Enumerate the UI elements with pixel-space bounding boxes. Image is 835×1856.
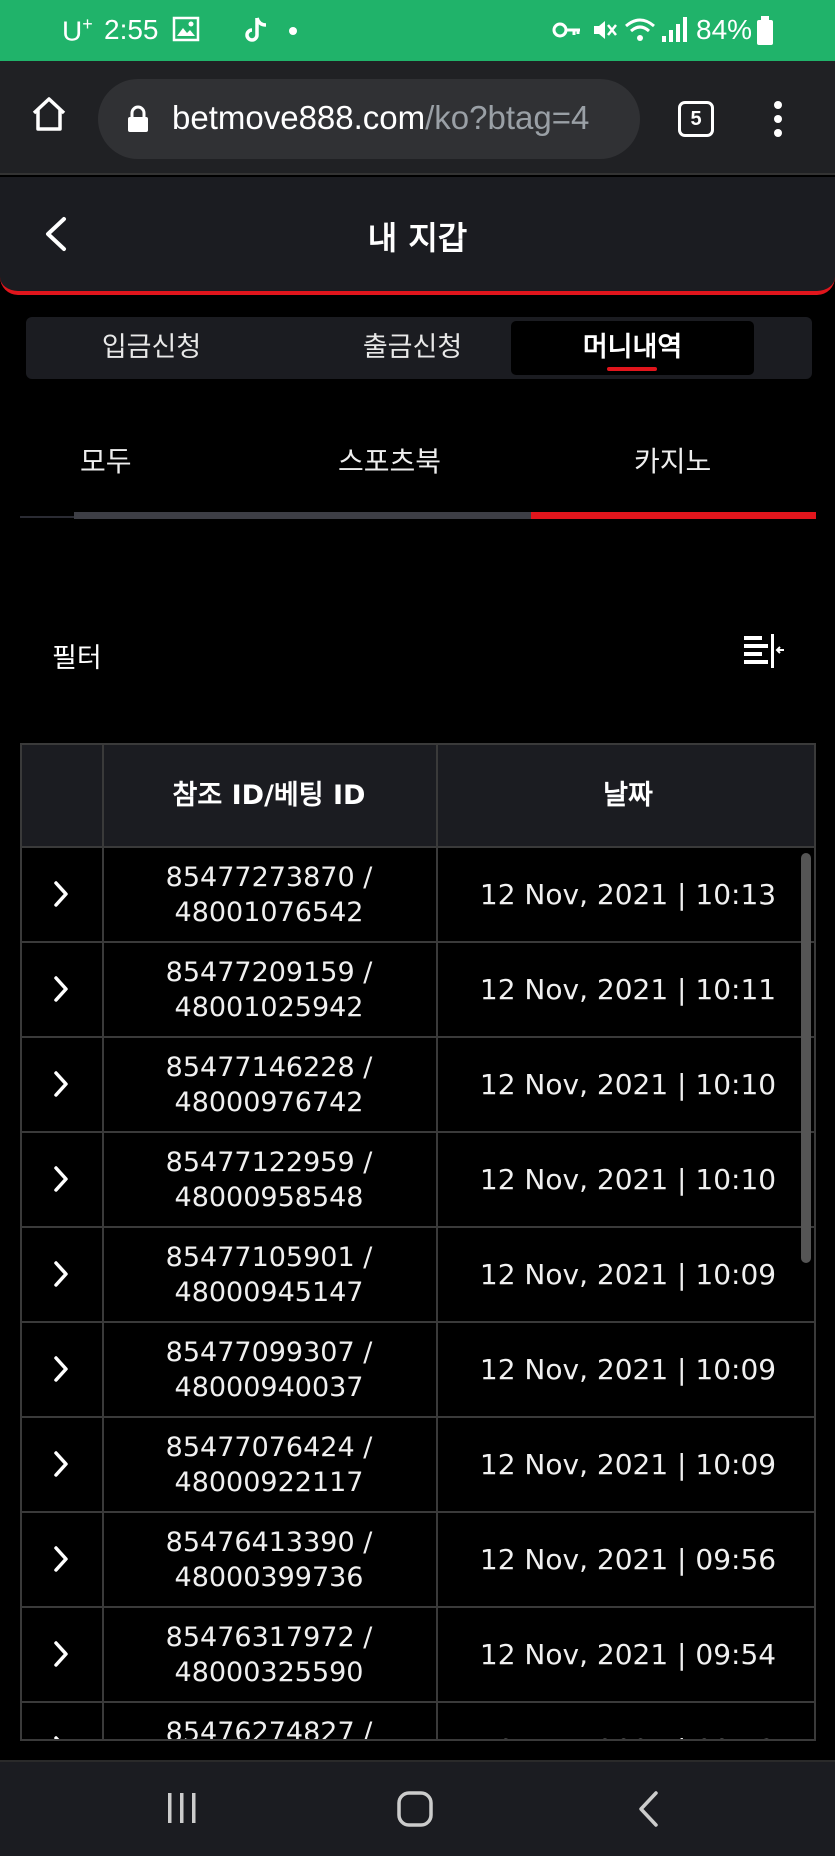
- reference-bet-id: 85477273870 /48001076542: [165, 862, 373, 928]
- reference-bet-id: 85477146228 /48000976742: [165, 1052, 373, 1118]
- image-notification-icon: [172, 16, 200, 42]
- transaction-date: 12 Nov, 2021 | 10:09: [479, 1258, 777, 1291]
- vpn-key-icon: [552, 22, 580, 38]
- home-icon[interactable]: [30, 95, 68, 133]
- table-row[interactable]: 85477146228 /48000976742 12 Nov, 2021 | …: [22, 1038, 814, 1133]
- table-row[interactable]: 85476317972 /48000325590 12 Nov, 2021 | …: [22, 1608, 814, 1703]
- tab-track: [74, 512, 531, 519]
- filter-collapse-icon[interactable]: [742, 632, 786, 672]
- table-header: 참조 ID/베팅 ID 날짜: [22, 745, 814, 848]
- status-time: 2:55: [104, 14, 159, 45]
- home-nav-icon[interactable]: [396, 1790, 434, 1828]
- reference-bet-id: 85477099307 /48000940037: [165, 1337, 373, 1403]
- column-header-date: 날짜: [603, 780, 653, 811]
- category-tabs: 모두 스포츠북 카지노: [20, 420, 816, 520]
- table-row[interactable]: 85477273870 /48001076542 12 Nov, 2021 | …: [22, 848, 814, 943]
- transaction-date: 12 Nov, 2021 | 09:56: [479, 1543, 777, 1576]
- table-row[interactable]: 85476274827 / 12 Nov, 2021 | 09:53: [22, 1703, 814, 1741]
- table-row[interactable]: 85477076424 /48000922117 12 Nov, 2021 | …: [22, 1418, 814, 1513]
- reference-bet-id: 85477122959 /48000958548: [165, 1147, 373, 1213]
- transaction-date: 12 Nov, 2021 | 09:54: [479, 1638, 777, 1671]
- chevron-right-icon[interactable]: [52, 975, 70, 1003]
- chevron-right-icon[interactable]: [52, 1260, 70, 1288]
- tab-all[interactable]: 모두: [80, 440, 132, 480]
- chevron-right-icon[interactable]: [52, 1070, 70, 1098]
- more-vert-icon[interactable]: [772, 99, 784, 139]
- system-navigation-bar: [0, 1760, 835, 1856]
- tab-withdraw-request[interactable]: 출금신청: [291, 321, 534, 375]
- chevron-right-icon[interactable]: [52, 1640, 70, 1668]
- reference-bet-id: 85477209159 /48001025942: [165, 957, 373, 1023]
- transaction-date: 12 Nov, 2021 | 10:10: [479, 1068, 777, 1101]
- tab-money-history[interactable]: 머니내역: [511, 321, 754, 375]
- page-title: 내 지갑: [367, 219, 468, 257]
- chevron-right-icon[interactable]: [52, 1450, 70, 1478]
- filter-label: 필터: [52, 643, 102, 674]
- tab-sportsbook[interactable]: 스포츠북: [338, 440, 441, 480]
- reference-bet-id: 85477105901 /48000945147: [165, 1242, 373, 1308]
- reference-bet-id: 85476317972 /48000325590: [165, 1622, 373, 1688]
- more-notifications-dot-icon: [289, 27, 297, 35]
- chevron-right-icon[interactable]: [52, 1165, 70, 1193]
- table-row[interactable]: 85477099307 /48000940037 12 Nov, 2021 | …: [22, 1323, 814, 1418]
- chevron-right-icon[interactable]: [52, 1545, 70, 1573]
- reference-bet-id: 85476413390 /48000399736: [165, 1527, 373, 1593]
- url-text: betmove888.com/ko?btag=4: [172, 99, 590, 136]
- wifi-icon: [625, 18, 655, 41]
- table-row[interactable]: 85477122959 /48000958548 12 Nov, 2021 | …: [22, 1133, 814, 1228]
- active-tab-indicator: [607, 367, 657, 371]
- lock-icon: [128, 105, 148, 132]
- active-category-indicator: [531, 512, 816, 519]
- mute-icon: [594, 21, 617, 39]
- table-row[interactable]: 85477209159 /48001025942 12 Nov, 2021 | …: [22, 943, 814, 1038]
- reference-bet-id: 85476274827 /: [165, 1717, 373, 1741]
- status-bar: U+ 2:55 84%: [0, 0, 835, 61]
- tiktok-icon: [245, 17, 267, 42]
- battery-percentage: 84%: [696, 14, 753, 45]
- app-header: 내 지갑: [0, 177, 835, 295]
- tab-money-history-label: 머니내역: [582, 332, 683, 363]
- carrier-label: U+: [62, 14, 93, 47]
- table-body: 85477273870 /48001076542 12 Nov, 2021 | …: [22, 848, 814, 1741]
- back-nav-icon[interactable]: [636, 1790, 662, 1828]
- transaction-date: 12 Nov, 2021 | 10:11: [479, 973, 777, 1006]
- recent-apps-icon[interactable]: [164, 1790, 200, 1826]
- table-row[interactable]: 85476413390 /48000399736 12 Nov, 2021 | …: [22, 1513, 814, 1608]
- chevron-right-icon[interactable]: [52, 880, 70, 908]
- reference-bet-id: 85477076424 /48000922117: [165, 1432, 373, 1498]
- table-scrollbar[interactable]: [801, 853, 811, 1263]
- transaction-date: 12 Nov, 2021 | 10:10: [479, 1163, 777, 1196]
- transaction-date: 12 Nov, 2021 | 09:53: [438, 1703, 814, 1739]
- browser-toolbar: betmove888.com/ko?btag=4 5: [0, 61, 835, 175]
- tab-casino[interactable]: 카지노: [634, 440, 711, 480]
- tab-deposit-request[interactable]: 입금신청: [30, 321, 273, 375]
- tab-track-left: [20, 516, 74, 518]
- tab-switcher-button[interactable]: 5: [678, 101, 714, 137]
- chevron-right-icon[interactable]: [52, 1355, 70, 1383]
- transaction-date: 12 Nov, 2021 | 10:13: [479, 878, 777, 911]
- table-row[interactable]: 85477105901 /48000945147 12 Nov, 2021 | …: [22, 1228, 814, 1323]
- transaction-table: 참조 ID/베팅 ID 날짜 85477273870 /48001076542 …: [20, 743, 816, 1741]
- column-header-reference-id: 참조 ID/베팅 ID: [172, 780, 366, 811]
- transaction-date: 12 Nov, 2021 | 10:09: [479, 1448, 777, 1481]
- address-bar[interactable]: betmove888.com/ko?btag=4: [98, 79, 640, 159]
- battery-icon: [757, 16, 773, 45]
- signal-icon: [662, 17, 687, 42]
- transaction-date: 12 Nov, 2021 | 10:09: [479, 1353, 777, 1386]
- chevron-right-icon[interactable]: [52, 1735, 70, 1741]
- wallet-segment-tabs: 입금신청 출금신청 머니내역: [26, 317, 812, 379]
